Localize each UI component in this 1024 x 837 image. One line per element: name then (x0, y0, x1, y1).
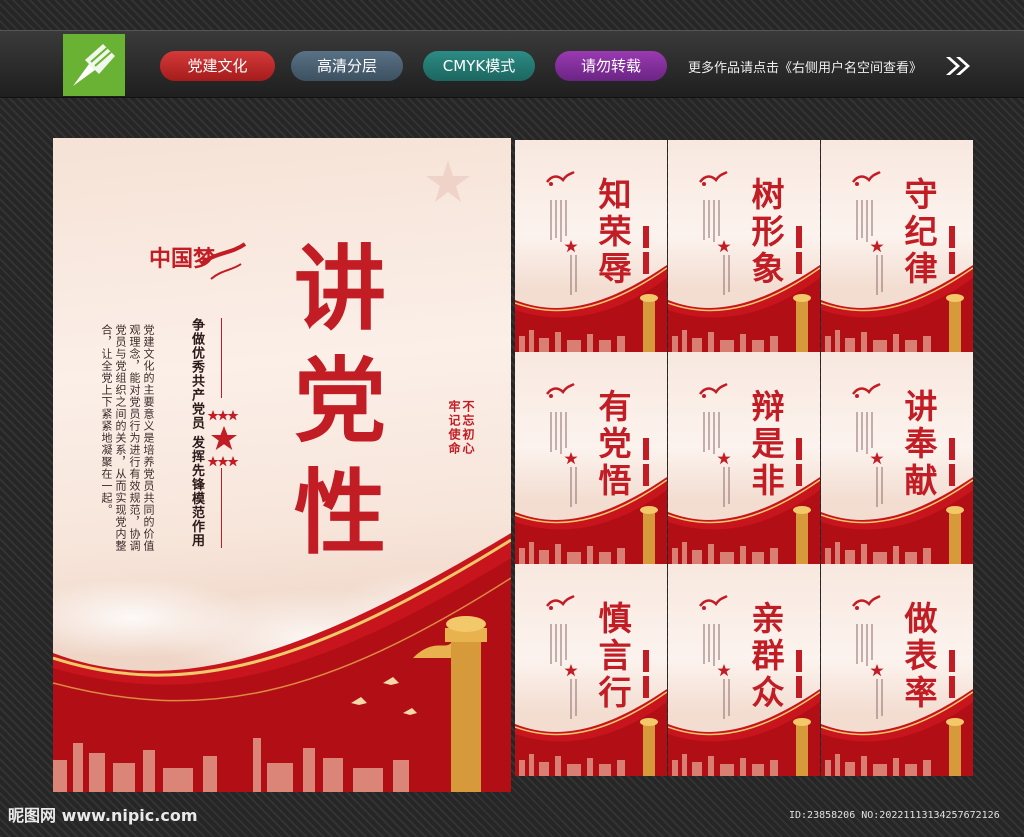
main-title-char: 性 (293, 459, 386, 567)
small-poster-title-char: 非 (751, 461, 785, 500)
body-paragraph: 党建文化的主要意义是培养党员共同的价值观理念，能对党员行为进行有效规范，协调党员… (100, 324, 155, 552)
small-poster-title-char: 率 (904, 673, 938, 712)
star-cluster-icon (207, 410, 239, 467)
small-poster-title-char: 献 (904, 461, 938, 500)
small-poster-title-char: 辱 (598, 249, 632, 288)
small-poster-title-char: 悟 (598, 461, 632, 500)
seal-line: 不忘初心 (461, 400, 475, 456)
star-icon (870, 452, 884, 465)
small-poster: 守纪律 (821, 140, 973, 352)
china-dream-logo (852, 594, 881, 610)
china-dream-logo (699, 382, 728, 398)
china-dream-logo (546, 382, 575, 398)
more-works-link[interactable]: 更多作品请点击《右侧用户名空间查看》 (688, 57, 922, 76)
star-icon (717, 452, 731, 465)
small-poster-title-char: 党 (598, 424, 632, 463)
small-poster-title: 树形象 (738, 176, 798, 287)
star-icon (564, 240, 578, 253)
small-poster-title: 慎言行 (585, 600, 645, 711)
small-poster-title: 做表率 (891, 600, 951, 711)
small-poster-title-char: 辩 (751, 387, 785, 426)
china-dream-logo (852, 170, 881, 186)
small-poster-title-char: 律 (904, 249, 938, 288)
small-poster-title: 守纪律 (891, 176, 951, 287)
top-toolbar: 党建文化 高清分层 CMYK模式 请勿转载 更多作品请点击《右侧用户名空间查看》 (0, 30, 1024, 98)
site-watermark-logo: 昵图网 www.nipic.com (8, 806, 198, 825)
small-poster-title: 辩是非 (738, 388, 798, 499)
small-poster-title-char: 慎 (598, 599, 632, 638)
small-poster-title-char: 树 (751, 175, 785, 214)
small-poster-title-char: 群 (751, 636, 785, 675)
small-poster-title-char: 奉 (904, 424, 938, 463)
main-title: 讲 党 性 (285, 233, 395, 569)
small-poster-title-char: 有 (598, 387, 632, 426)
main-title-char: 讲 (293, 235, 386, 343)
small-poster-title-char: 形 (751, 212, 785, 251)
seal-text: 不忘初心 牢记使命 (445, 400, 475, 456)
small-poster-title-char: 荣 (598, 212, 632, 251)
pen-nib-icon[interactable] (63, 34, 125, 96)
tag-hd-layers[interactable]: 高清分层 (291, 51, 403, 81)
double-chevron-right-icon[interactable] (944, 55, 970, 77)
small-poster: 有党悟 (515, 352, 667, 564)
small-poster: 慎言行 (515, 564, 667, 776)
star-icon (717, 240, 731, 253)
star-icon (717, 664, 731, 677)
small-poster-title: 亲群众 (738, 600, 798, 711)
seal-line: 牢记使命 (447, 400, 461, 456)
star-icon (564, 452, 578, 465)
china-dream-logo (546, 170, 575, 186)
small-poster-title: 知荣辱 (585, 176, 645, 287)
small-poster-title: 有党悟 (585, 388, 645, 499)
small-poster-title: 讲奉献 (891, 388, 951, 499)
divider-line (221, 468, 222, 548)
china-dream-logo (546, 594, 575, 610)
small-poster-title-char: 是 (751, 424, 785, 463)
main-title-char: 党 (293, 347, 386, 455)
small-poster: 树形象 (668, 140, 820, 352)
small-poster: 讲奉献 (821, 352, 973, 564)
main-poster: 中国梦 讲 党 性 争做优秀共产党员 发挥先锋模范作用 党建文化的主要意义是培养… (53, 138, 511, 792)
star-icon (870, 240, 884, 253)
tag-party-culture[interactable]: 党建文化 (160, 51, 275, 81)
divider-line (221, 318, 222, 398)
tag-cmyk-mode[interactable]: CMYK模式 (423, 51, 535, 81)
small-poster-title-char: 亲 (751, 599, 785, 638)
small-poster-title-char: 言 (598, 636, 632, 675)
small-poster: 辩是非 (668, 352, 820, 564)
small-poster-title-char: 行 (598, 673, 632, 712)
small-poster-title-char: 象 (751, 249, 785, 288)
china-dream-logo (852, 382, 881, 398)
small-poster-title-char: 守 (904, 175, 938, 214)
china-dream-logo (699, 594, 728, 610)
small-poster-title-char: 纪 (904, 212, 938, 251)
small-poster-title-char: 做 (904, 599, 938, 638)
china-dream-logo (699, 170, 728, 186)
star-icon (564, 664, 578, 677)
slogan-text: 争做优秀共产党员 发挥先锋模范作用 (189, 318, 204, 548)
small-poster-title-char: 众 (751, 673, 785, 712)
small-poster: 做表率 (821, 564, 973, 776)
china-dream-logo: 中国梦 (149, 242, 247, 280)
tag-no-repost[interactable]: 请勿转载 (555, 51, 667, 81)
small-poster-title-char: 知 (598, 175, 632, 214)
small-poster: 知荣辱 (515, 140, 667, 352)
small-poster: 亲群众 (668, 564, 820, 776)
small-poster-title-char: 表 (904, 636, 938, 675)
image-id-text: ID:23858206 NO:20221113134257672126 (789, 810, 1000, 821)
small-poster-title-char: 讲 (904, 387, 938, 426)
star-icon (870, 664, 884, 677)
